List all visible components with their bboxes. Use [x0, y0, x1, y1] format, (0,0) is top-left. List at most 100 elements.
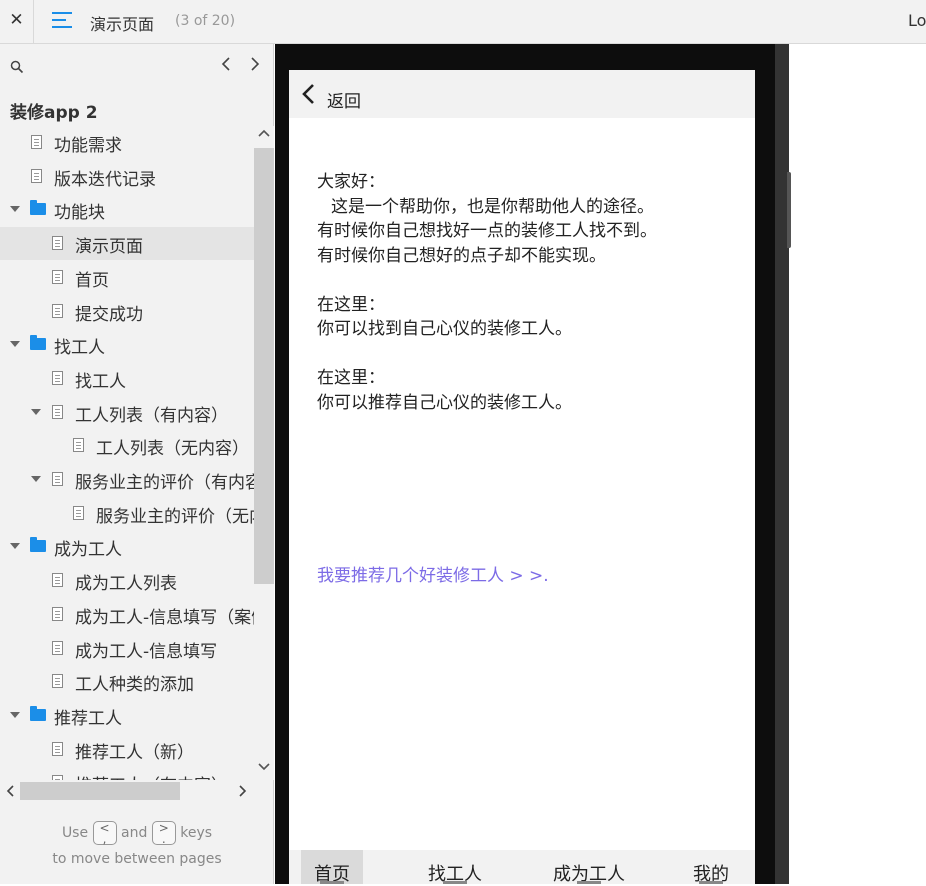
- tree-page[interactable]: 工人列表（无内容）: [0, 429, 254, 462]
- expand-triangle-icon[interactable]: [10, 206, 20, 213]
- tab-home[interactable]: 首页: [301, 850, 363, 885]
- hint-line-2: to move between pages: [52, 851, 222, 867]
- tab-become-worker[interactable]: 成为工人: [551, 850, 627, 885]
- previous-page-button[interactable]: [218, 56, 234, 76]
- search-icon[interactable]: [10, 60, 24, 74]
- tree-page[interactable]: 首页: [0, 261, 254, 294]
- tree-item-label: 服务业主的评价（有内容）: [75, 473, 254, 493]
- hamburger-icon[interactable]: [52, 12, 74, 30]
- tree-item-label: 成为工人: [54, 540, 122, 561]
- tree-item-label: 成为工人-信息填写: [75, 641, 218, 662]
- page-icon: [52, 472, 63, 486]
- hint-use: Use: [61, 825, 89, 841]
- tree-item-label: 首页: [75, 270, 109, 291]
- content-paragraph: 在这里： 你可以找到自己心仪的装修工人。: [317, 293, 737, 342]
- tree-page[interactable]: 找工人: [0, 362, 254, 395]
- tree-item-label: 推荐工人: [54, 708, 122, 729]
- tree-page[interactable]: 推荐工人（新）: [0, 733, 254, 766]
- tree-page[interactable]: 服务业主的评价（有内容）: [0, 463, 254, 496]
- tree-page[interactable]: 工人列表（有内容）: [0, 396, 254, 429]
- content-paragraph: 在这里： 你可以推荐自己心仪的装修工人。: [317, 366, 737, 415]
- tree-page[interactable]: 提交成功: [0, 295, 254, 328]
- tree-page[interactable]: 成为工人-信息填写（案例）: [0, 598, 254, 631]
- tree-item-label: 成为工人-信息填写（案例）: [75, 607, 254, 628]
- scroll-down-icon[interactable]: [257, 760, 271, 774]
- page-icon: [52, 640, 63, 655]
- content-line: 大家好：: [317, 172, 385, 192]
- intro-text: 大家好： 这是一个帮助你，也是你帮助他人的途径。有时候你自己想找好一点的装修工人找…: [317, 170, 737, 440]
- content-line: 你可以找到自己心仪的装修工人。: [317, 319, 572, 339]
- content-line: 你可以推荐自己心仪的装修工人。: [317, 392, 572, 413]
- truncated-right-text[interactable]: Lo: [908, 11, 926, 30]
- vertical-scroll-thumb[interactable]: [254, 148, 274, 584]
- tree-page[interactable]: 演示页面: [0, 227, 254, 261]
- tree-item-label: 功能需求: [54, 136, 122, 156]
- recommend-workers-link[interactable]: 我要推荐几个好装修工人 > >.: [317, 561, 549, 586]
- sidebar: 装修app 2 功能需求 版本迭代记录 功能块 演示页面 首页 提交成功 找工人 找工人 工人列…: [0, 44, 274, 884]
- page-icon: [52, 236, 63, 251]
- phone-screen: 返回 大家好： 这是一个帮助你，也是你帮助他人的途径。有时候你自己想找好一点的装修…: [289, 70, 755, 885]
- tree-folder[interactable]: 功能块: [0, 193, 254, 226]
- tree-item-label: 服务业主的评价（无内容）: [96, 506, 254, 527]
- tree-folder[interactable]: 推荐工人: [0, 699, 254, 732]
- tree-page[interactable]: 服务业主的评价（无内容）: [0, 497, 254, 530]
- page-count: (3 of 20): [175, 13, 236, 29]
- tree-page[interactable]: 版本迭代记录: [0, 160, 254, 193]
- expand-triangle-icon[interactable]: [31, 408, 41, 415]
- page-icon: [52, 606, 63, 621]
- tree-page[interactable]: 成为工人列表: [0, 564, 254, 597]
- folder-icon: [30, 200, 46, 216]
- tree-item-label: 提交成功: [75, 304, 143, 325]
- bottom-tab-bar: 首页 找工人 成为工人 我的: [289, 850, 755, 885]
- prev-key-icon: <,: [92, 821, 117, 845]
- scroll-left-icon[interactable]: [4, 780, 16, 802]
- tab-find-workers[interactable]: 找工人: [425, 850, 485, 885]
- tree-item-label: 功能块: [54, 203, 105, 224]
- hint-and: and: [121, 825, 148, 841]
- close-button[interactable]: ✕: [0, 0, 34, 43]
- content-line: 有时候你自己想找好一点的装修工人找不到。: [317, 221, 657, 241]
- expand-triangle-icon[interactable]: [10, 341, 20, 348]
- page-icon: [52, 404, 63, 419]
- content-paragraph: 大家好： 这是一个帮助你，也是你帮助他人的途径。有时候你自己想找好一点的装修工人找…: [317, 170, 737, 268]
- tree-folder[interactable]: 成为工人: [0, 530, 254, 563]
- folder-icon: [30, 335, 46, 351]
- content-line: 这是一个帮助你，也是你帮助他人的途径。: [331, 196, 654, 217]
- tab-mine[interactable]: 我的: [689, 850, 733, 885]
- content-line: 有时候你自己想好的点子却不能实现。: [317, 245, 606, 266]
- page-tree: 功能需求 版本迭代记录 功能块 演示页面 首页 提交成功 找工人 找工人 工人列表（有内容） 工人…: [0, 126, 254, 780]
- tree-item-label: 成为工人列表: [75, 574, 177, 595]
- content-line: 在这里：: [317, 294, 385, 315]
- expand-triangle-icon[interactable]: [31, 476, 41, 482]
- expand-triangle-icon[interactable]: [10, 543, 20, 550]
- next-page-button[interactable]: [247, 56, 263, 76]
- chevron-right-icon: [251, 57, 260, 71]
- page-icon: [73, 438, 84, 453]
- next-key-icon: >.: [151, 821, 176, 845]
- page-icon: [73, 505, 84, 520]
- back-chevron-icon[interactable]: [301, 83, 315, 105]
- tree-page[interactable]: 功能需求: [0, 126, 254, 159]
- expand-triangle-icon[interactable]: [10, 711, 20, 718]
- back-button[interactable]: 返回: [327, 87, 361, 112]
- keyboard-hint: Use <, and >. keys to move between pages: [0, 820, 274, 872]
- scroll-right-icon[interactable]: [237, 780, 249, 802]
- tree-page[interactable]: 成为工人-信息填写: [0, 632, 254, 665]
- horizontal-scrollbar[interactable]: [0, 780, 254, 802]
- vertical-scrollbar[interactable]: [254, 126, 274, 780]
- page-icon: [52, 269, 63, 284]
- tree-item-label: 推荐工人（有内容）: [75, 771, 228, 780]
- tree-item-label: 推荐工人（新）: [75, 742, 194, 763]
- phone-side-button: [787, 172, 791, 248]
- folder-icon: [30, 705, 46, 721]
- app-header: 返回: [289, 70, 755, 118]
- horizontal-scroll-thumb[interactable]: [20, 782, 180, 800]
- tree-page[interactable]: 推荐工人（有内容）: [0, 766, 254, 780]
- page-icon: [52, 303, 63, 318]
- tree-folder[interactable]: 找工人: [0, 328, 254, 361]
- folder-icon: [30, 537, 46, 553]
- scroll-up-icon[interactable]: [257, 126, 271, 140]
- page-icon: [52, 741, 63, 756]
- project-title: 装修app 2: [10, 103, 98, 123]
- tree-page[interactable]: 工人种类的添加: [0, 665, 254, 698]
